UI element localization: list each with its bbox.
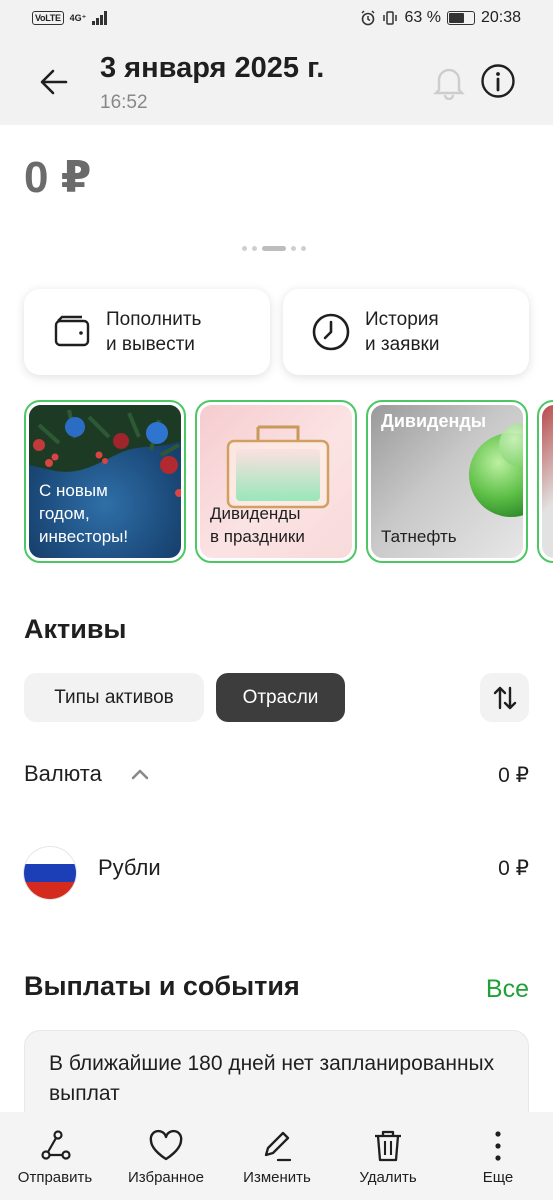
story-image-tatneft: Дивиденды Татнефть <box>371 405 523 558</box>
alarm-icon <box>361 10 376 26</box>
battery-icon <box>446 11 475 25</box>
story-image-new-year: С новым годом, инвесторы! <box>29 405 181 558</box>
trash-icon <box>375 1130 401 1162</box>
sort-arrows-icon <box>493 686 516 709</box>
status-bar-left: VoLTE 4G⁺ <box>32 11 107 25</box>
chevron-up-icon[interactable] <box>130 767 150 781</box>
sort-button[interactable] <box>480 673 529 722</box>
clock-time: 20:38 <box>480 9 521 26</box>
edit-label: Изменить <box>243 1169 311 1186</box>
story-caption-holiday-dividends: Дивиденды в праздники <box>210 504 305 546</box>
page-title: 3 января 2025 г. <box>100 52 325 84</box>
edit-button[interactable]: Изменить <box>226 1112 328 1200</box>
favorite-button[interactable]: Избранное <box>114 1112 218 1200</box>
share-button[interactable]: Отправить <box>4 1112 106 1200</box>
payouts-all-link[interactable]: Все <box>486 975 529 1004</box>
wallet-icon <box>54 315 90 347</box>
back-arrow-icon[interactable] <box>36 64 72 100</box>
info-icon[interactable] <box>480 63 516 99</box>
story-image-holiday-dividends: Дивиденды в праздники <box>200 405 352 558</box>
currency-group-value: 0 ₽ <box>498 764 529 787</box>
payouts-title: Выплаты и события <box>24 971 300 1001</box>
page-subtitle-time: 16:52 <box>100 92 148 113</box>
story-next-partial[interactable] <box>537 400 553 563</box>
carousel-dots <box>242 246 306 251</box>
heart-icon <box>149 1129 183 1161</box>
russia-flag-icon <box>24 847 76 899</box>
rubles-value: 0 ₽ <box>498 857 529 880</box>
favorite-label: Избранное <box>127 1169 205 1186</box>
share-icon <box>41 1130 71 1160</box>
signal-icon <box>92 11 107 25</box>
story-image-next <box>542 405 553 558</box>
share-label: Отправить <box>17 1169 93 1186</box>
chip-asset-types[interactable]: Типы активов <box>24 673 204 722</box>
status-bar: VoLTE 4G⁺ 63 % 20:38 <box>0 0 553 36</box>
story-heading-tatneft: Дивиденды <box>381 411 487 431</box>
rubles-label[interactable]: Рубли <box>98 855 161 881</box>
history-requests-label: История и заявки <box>365 309 440 355</box>
chip-industries[interactable]: Отрасли <box>216 673 345 722</box>
story-tatneft[interactable]: Дивиденды Татнефть <box>366 400 528 563</box>
pen-icon <box>264 1131 292 1162</box>
currency-group-label[interactable]: Валюта <box>24 761 102 787</box>
delete-label: Удалить <box>359 1169 417 1186</box>
assets-title: Активы <box>24 614 127 644</box>
delete-button[interactable]: Удалить <box>338 1112 438 1200</box>
story-caption-new-year: С новым годом, инвесторы! <box>39 481 129 546</box>
more-label: Еще <box>482 1169 514 1186</box>
story-caption-tatneft: Татнефть <box>381 527 457 546</box>
volte-indicator: VoLTE <box>32 11 64 25</box>
deposit-withdraw-label: Пополнить и вывести <box>106 309 202 355</box>
portfolio-balance: 0 ₽ <box>24 153 92 202</box>
network-type: 4G⁺ <box>69 12 87 23</box>
story-holiday-dividends[interactable]: Дивиденды в праздники <box>195 400 357 563</box>
payouts-empty-text: В ближайшие 180 дней нет запланированных… <box>49 1052 495 1105</box>
battery-percent: 63 % <box>404 9 441 26</box>
history-requests-button[interactable]: История и заявки <box>283 289 529 375</box>
header: 3 января 2025 г. 16:52 <box>0 36 553 125</box>
status-bar-right: 63 % 20:38 <box>360 9 521 27</box>
deposit-withdraw-button[interactable]: Пополнить и вывести <box>24 289 270 375</box>
clock-icon <box>312 313 350 351</box>
more-button[interactable]: Еще <box>452 1112 544 1200</box>
bell-icon[interactable] <box>432 64 466 100</box>
vibrate-icon <box>383 11 398 25</box>
bottom-action-bar: Отправить Избранное Изменить Удалить Еще <box>0 1112 553 1200</box>
more-vertical-icon <box>495 1131 501 1161</box>
story-new-year[interactable]: С новым годом, инвесторы! <box>24 400 186 563</box>
